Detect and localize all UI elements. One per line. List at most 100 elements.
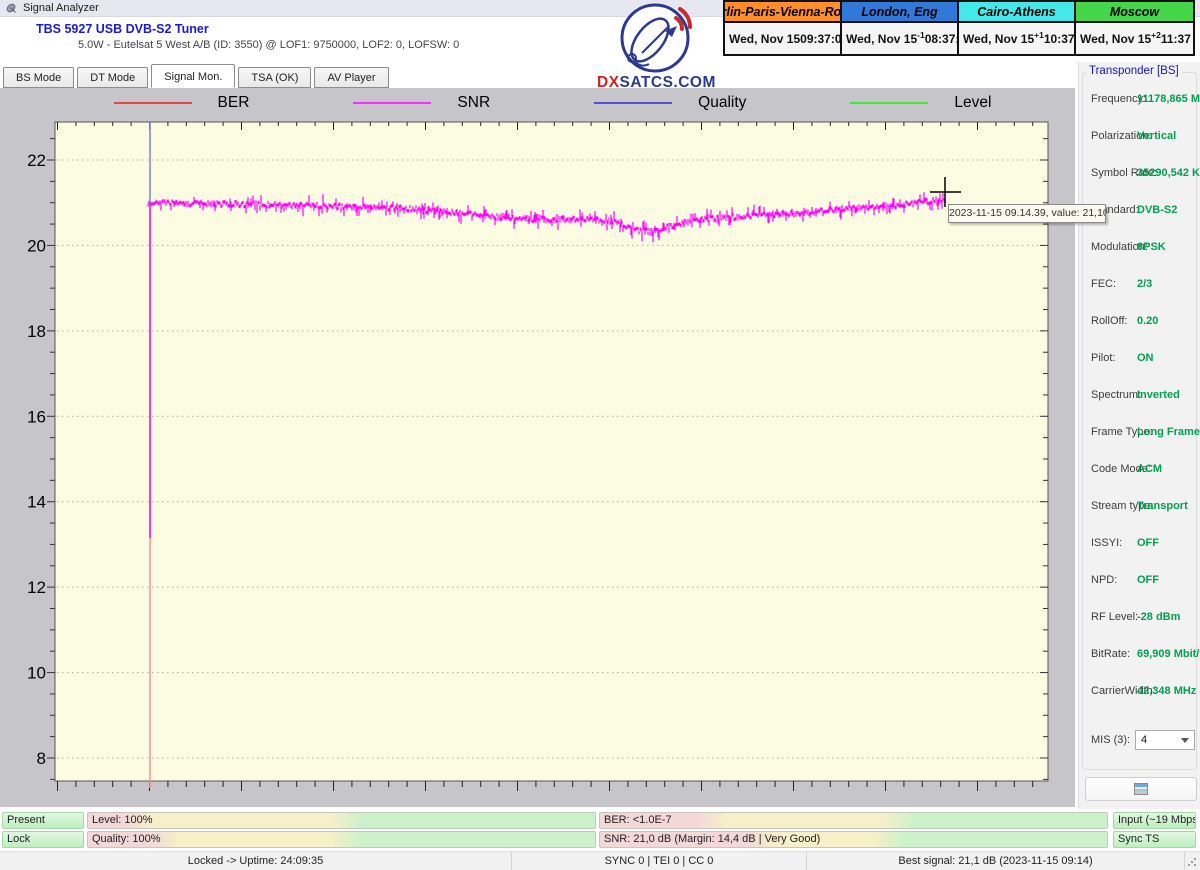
svg-text:10: 10 bbox=[27, 664, 46, 683]
uptime-status: Locked -> Uptime: 24:09:35 bbox=[188, 855, 323, 867]
tab-tsa-ok[interactable]: TSA (OK) bbox=[238, 67, 311, 88]
window-title: Signal Analyzer bbox=[23, 2, 99, 14]
field-label: FEC: bbox=[1091, 278, 1116, 290]
field-value: 35290,542 KS/s bbox=[1137, 167, 1200, 179]
app-icon bbox=[5, 2, 17, 14]
clock-city-label: Cairo-Athens bbox=[959, 2, 1074, 23]
transponder-list-button[interactable] bbox=[1085, 777, 1197, 801]
field-value: 2/3 bbox=[1137, 278, 1152, 290]
svg-text:18: 18 bbox=[27, 322, 46, 341]
clock-time-row: Wed, Nov 15+211:37 bbox=[1076, 23, 1193, 54]
chart-tooltip: 2023-11-15 09.14.39, value: 21,100000381… bbox=[948, 204, 1106, 223]
clock-city-label: London, Eng bbox=[842, 2, 957, 23]
tab-bar: BS ModeDT ModeSignal Mon.TSA (OK)AV Play… bbox=[3, 64, 392, 88]
field-value: 0.20 bbox=[1137, 315, 1158, 327]
clock-berlin-paris-vienna-roma: Berlin-Paris-Vienna-RomaWed, Nov 1509:37… bbox=[725, 2, 842, 54]
clock-city-label: Moscow bbox=[1076, 2, 1193, 23]
field-label: RollOff: bbox=[1091, 315, 1127, 327]
clock-utc-offset: +1 bbox=[1034, 30, 1044, 40]
snr-bar: SNR: 21,0 dB (Margin: 14,4 dB | Very Goo… bbox=[599, 831, 1108, 848]
field-value: DVB-S2 bbox=[1137, 204, 1177, 216]
field-value: 8PSK bbox=[1137, 241, 1166, 253]
field-stream-type: Stream type:Transport bbox=[1079, 500, 1200, 514]
clock-date: Wed, Nov 15 bbox=[963, 32, 1034, 46]
field-value: 69,909 Mbit/s bbox=[1137, 648, 1200, 660]
field-value: 42,348 MHz bbox=[1137, 685, 1196, 697]
clock-date: Wed, Nov 15 bbox=[1080, 32, 1151, 46]
tuner-info: TBS 5927 USB DVB-S2 Tuner 5.0W - Eutelsa… bbox=[36, 22, 459, 51]
field-value: Long Frame bbox=[1137, 426, 1200, 438]
ber-bar: BER: <1.0E-7 bbox=[599, 812, 1108, 829]
tuner-details: 5.0W - Eutelsat 5 West A/B (ID: 3550) @ … bbox=[78, 39, 459, 51]
svg-text:22: 22 bbox=[27, 151, 46, 170]
field-value: ACM bbox=[1137, 463, 1162, 475]
field-carrierwidth: CarrierWidth:42,348 MHz bbox=[1079, 685, 1200, 699]
logo-dx: DX bbox=[597, 74, 620, 91]
field-label: Pilot: bbox=[1091, 352, 1115, 364]
chevron-down-icon bbox=[1181, 738, 1189, 743]
field-rolloff: RollOff: 0.20 bbox=[1079, 315, 1200, 329]
field-label: BitRate: bbox=[1091, 648, 1130, 660]
field-polarization: Polarization:Vertical bbox=[1079, 130, 1200, 144]
clock-utc-offset: -1 bbox=[917, 30, 925, 40]
tuner-name: TBS 5927 USB DVB-S2 Tuner bbox=[36, 22, 459, 36]
tab-dt-mode[interactable]: DT Mode bbox=[77, 67, 148, 88]
clock-time-row: Wed, Nov 15-108:37:07 bbox=[842, 23, 957, 54]
clock-london-eng: London, EngWed, Nov 15-108:37:07 bbox=[842, 2, 959, 54]
transponder-title: Transponder [BS] bbox=[1086, 65, 1182, 77]
signal-chart[interactable]: 810121416182022 bbox=[0, 88, 1075, 807]
field-label: ISSYI: bbox=[1091, 537, 1122, 549]
field-spectrum: Spectrum:Inverted bbox=[1079, 389, 1200, 403]
clock-utc-offset: +2 bbox=[1151, 30, 1161, 40]
field-pilot: Pilot: ON bbox=[1079, 352, 1200, 366]
signal-bars: PresentLevel: 100%BER: <1.0E-7Input (~19… bbox=[0, 810, 1200, 850]
clock-time-row: Wed, Nov 1509:37:07 bbox=[725, 23, 840, 54]
clock-time: 11:37 bbox=[1161, 32, 1191, 46]
tab-bs-mode[interactable]: BS Mode bbox=[3, 67, 74, 88]
field-code-mode: Code Mode:ACM bbox=[1079, 463, 1200, 477]
svg-text:16: 16 bbox=[27, 407, 46, 426]
best-signal-status: Best signal: 21,1 dB (2023-11-15 09:14) bbox=[898, 855, 1092, 867]
quality-bar: Quality: 100% bbox=[87, 831, 596, 848]
field-frequency: Frequency:11178,865 MHz bbox=[1079, 93, 1200, 107]
clock-moscow: MoscowWed, Nov 15+211:37 bbox=[1076, 2, 1193, 54]
clock-date: Wed, Nov 15 bbox=[846, 32, 917, 46]
svg-text:20: 20 bbox=[27, 236, 46, 255]
sync-status: SYNC 0 | TEI 0 | CC 0 bbox=[605, 855, 714, 867]
field-label: Spectrum: bbox=[1091, 389, 1141, 401]
field-rf-level: RF Level:-28 dBm bbox=[1079, 611, 1200, 625]
field-bitrate: BitRate: 69,909 Mbit/s bbox=[1079, 648, 1200, 662]
transponder-panel: Transponder [BS] Frequency:11178,865 MHz… bbox=[1078, 62, 1200, 809]
field-value: OFF bbox=[1137, 537, 1159, 549]
chart-area: BERSNRQualityLevel 810121416182022 bbox=[0, 88, 1075, 807]
mis-dropdown[interactable]: 4 bbox=[1135, 730, 1195, 750]
field-fec: FEC: 2/3 bbox=[1079, 278, 1200, 292]
clock-date: Wed, Nov 15 bbox=[729, 32, 800, 46]
mis-row: MIS (3): 4 bbox=[1079, 730, 1200, 750]
logo-text: DXSATCS.COM bbox=[597, 74, 713, 92]
field-value: -28 dBm bbox=[1137, 611, 1180, 623]
field-label: NPD: bbox=[1091, 574, 1117, 586]
field-value: OFF bbox=[1137, 574, 1159, 586]
field-value: Transport bbox=[1137, 500, 1188, 512]
svg-text:12: 12 bbox=[27, 578, 46, 597]
field-value: Vertical bbox=[1137, 130, 1176, 142]
clock-cairo-athens: Cairo-AthensWed, Nov 15+110:37 bbox=[959, 2, 1076, 54]
field-value: Inverted bbox=[1137, 389, 1180, 401]
tab-av-player[interactable]: AV Player bbox=[314, 67, 388, 88]
clock-table: Berlin-Paris-Vienna-RomaWed, Nov 1509:37… bbox=[723, 0, 1195, 56]
present-indicator: Present bbox=[2, 812, 84, 829]
clock-time: 09:37:07 bbox=[800, 32, 848, 46]
resize-grip[interactable] bbox=[1186, 856, 1197, 867]
clock-time: 10:37 bbox=[1044, 32, 1075, 46]
svg-text:8: 8 bbox=[37, 749, 46, 768]
field-label: RF Level: bbox=[1091, 611, 1138, 623]
list-icon bbox=[1134, 783, 1148, 795]
mis-label: MIS (3): bbox=[1091, 734, 1130, 746]
field-value: ON bbox=[1137, 352, 1154, 364]
clock-time-row: Wed, Nov 15+110:37 bbox=[959, 23, 1074, 54]
field-npd: NPD: OFF bbox=[1079, 574, 1200, 588]
status-bar: Locked -> Uptime: 24:09:35 SYNC 0 | TEI … bbox=[0, 851, 1200, 870]
tab-signal-mon[interactable]: Signal Mon. bbox=[151, 64, 235, 88]
dxsatcs-logo: DXSATCS.COM bbox=[597, 1, 713, 92]
